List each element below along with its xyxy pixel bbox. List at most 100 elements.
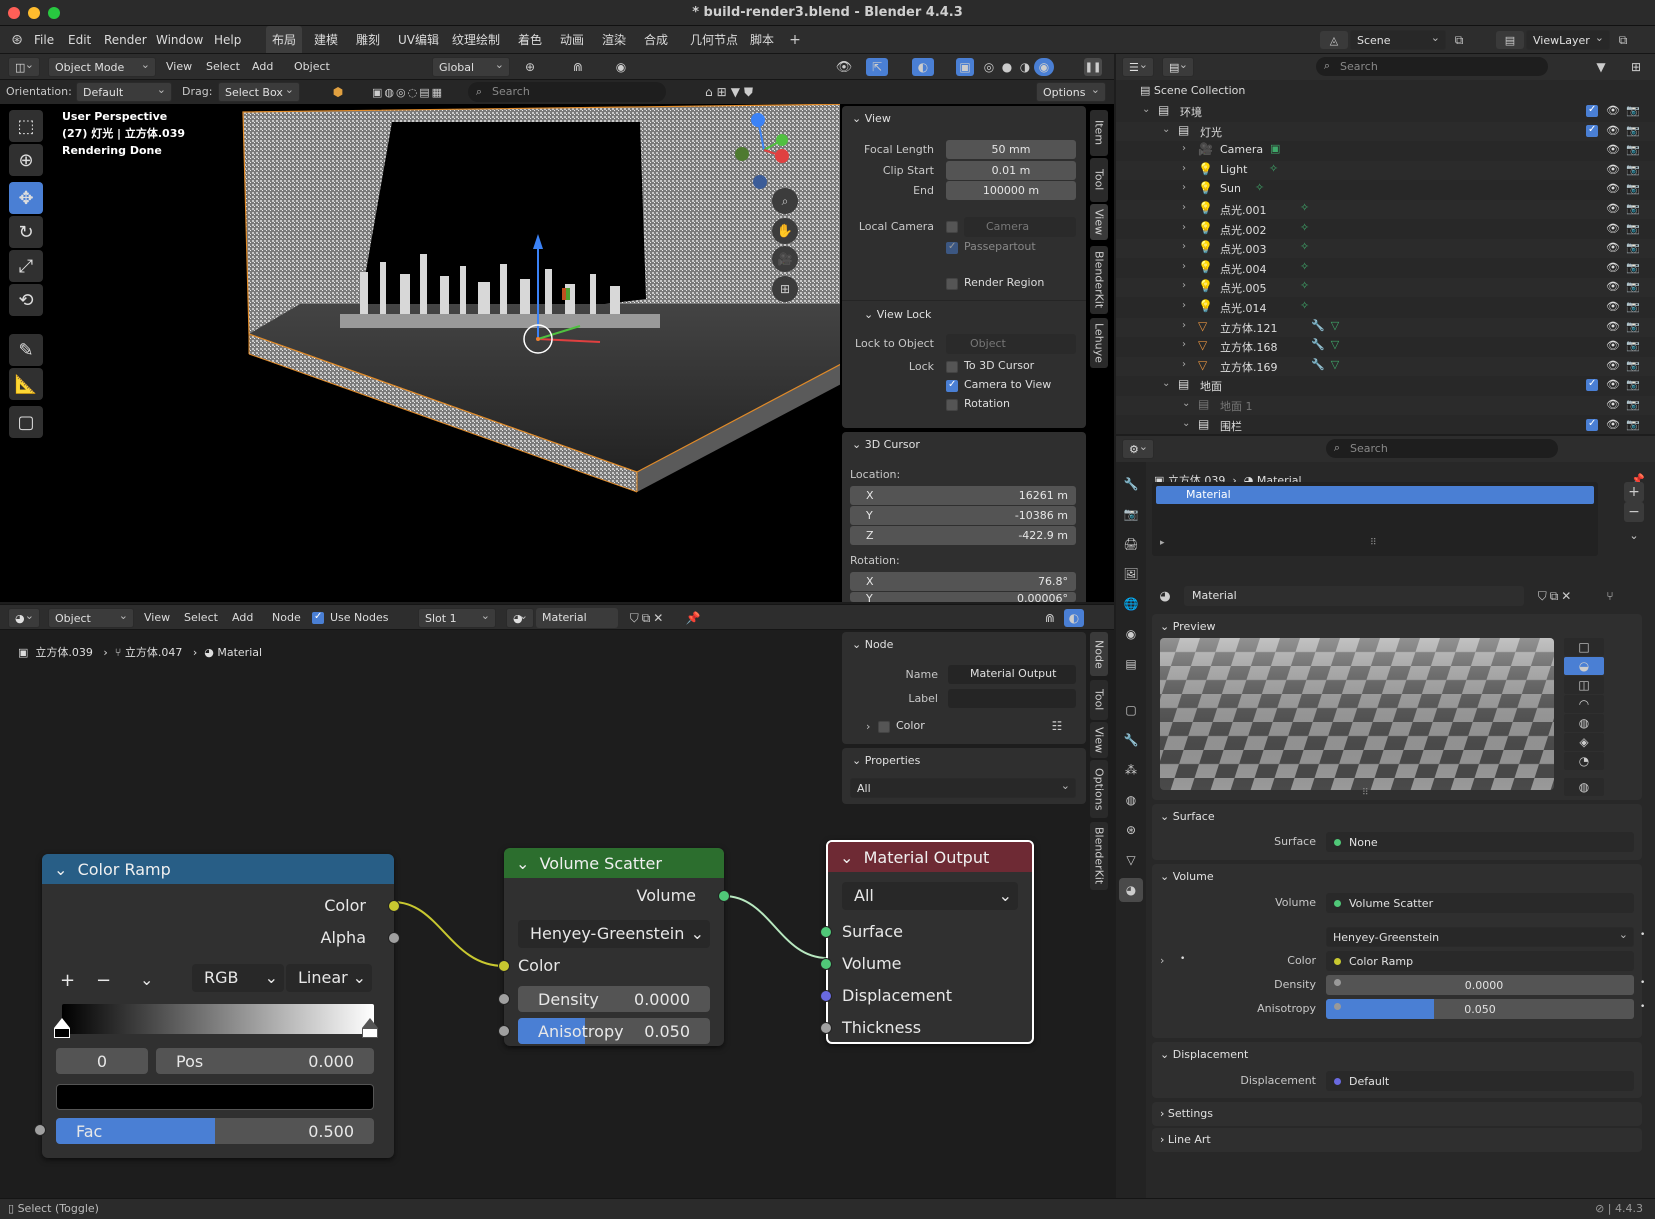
proportional-edit-icon[interactable]: ◉ [612, 58, 630, 76]
transform-tool-icon[interactable]: ⟲ [9, 284, 43, 316]
camera-render-icon[interactable]: 📷 [1626, 163, 1640, 176]
viewport-menu-object[interactable]: Object [294, 54, 330, 79]
annotate-tool-icon[interactable]: ✎ [9, 334, 43, 366]
interpolation-dropdown[interactable]: Linear ⌄ [286, 964, 372, 992]
volume-shader-field[interactable]: Volume Scatter [1326, 893, 1634, 913]
eye-icon[interactable]: 👁 [1606, 320, 1620, 333]
preview-type-4-icon[interactable]: ◍ [1564, 714, 1604, 732]
camera-render-icon[interactable]: 📷 [1626, 143, 1640, 156]
properties-tab-render-icon[interactable]: 📷 [1119, 502, 1143, 526]
workspace-tab-6[interactable]: 动画 [554, 26, 590, 53]
volume-output-socket[interactable] [718, 890, 730, 902]
node-sidebar-tab-tool[interactable]: Tool [1090, 680, 1108, 720]
outliner-row[interactable]: ⌄ ▤ 地面 1 👁 📷 [1116, 396, 1655, 415]
viewlayer-icon[interactable]: ▤ [1496, 31, 1524, 49]
camera-render-icon[interactable]: 📷 [1626, 300, 1640, 313]
sidebar-tab-tool[interactable]: Tool [1090, 158, 1108, 202]
camera-render-icon[interactable]: 📷 [1626, 104, 1640, 117]
ramp-stop-black[interactable] [54, 1018, 70, 1028]
stop-color-swatch[interactable] [56, 1084, 374, 1110]
ramp-stop-white[interactable] [362, 1018, 378, 1028]
focal-length-field[interactable]: 50 mm [946, 140, 1076, 159]
outliner-row[interactable]: › 💡 点光.014 ✧ 👁 📷 [1116, 298, 1655, 317]
pan-hand-icon[interactable]: ✋ [772, 218, 798, 244]
properties-tab-data-icon[interactable]: ▽ [1119, 848, 1143, 872]
filter-icons[interactable]: ⌂⊞▼⛊ [686, 83, 776, 101]
gizmo-toggle-icon[interactable]: ⇱ [866, 58, 888, 76]
shader-type-selector[interactable]: Object [48, 608, 134, 628]
add-slot-icon[interactable]: + [1624, 482, 1644, 502]
clip-start-field[interactable]: 0.01 m [946, 161, 1076, 180]
scene-collection-row[interactable]: ▤ Scene Collection [1140, 84, 1245, 97]
mode-selector[interactable]: Object Mode [48, 57, 156, 77]
visibility-icon[interactable]: 👁 [830, 58, 858, 76]
rendered-shading-icon[interactable]: ◉ [1034, 58, 1054, 76]
eye-icon[interactable]: 👁 [1606, 280, 1620, 293]
passepartout-checkbox[interactable] [946, 241, 958, 254]
viewport-menu-select[interactable]: Select [206, 54, 240, 79]
preview-type-0-icon[interactable]: □ [1564, 638, 1604, 656]
volume-input-socket[interactable] [820, 958, 832, 970]
volume-color-field[interactable]: Color Ramp [1326, 951, 1634, 971]
menu-render[interactable]: Render [104, 26, 147, 53]
line-art-panel[interactable]: › Line Art [1152, 1128, 1642, 1152]
alpha-output-socket[interactable] [388, 932, 400, 944]
pivot-icon[interactable]: ⊕ [516, 58, 544, 76]
orientation-selector[interactable]: Default [76, 82, 172, 102]
properties-tab-collection-icon[interactable]: ▤ [1119, 652, 1143, 676]
camera-render-icon[interactable]: 📷 [1626, 241, 1640, 254]
color-ramp-gradient[interactable] [62, 1004, 374, 1034]
object-color-icon[interactable]: ⬢ [330, 83, 346, 101]
surface-input-socket[interactable] [820, 926, 832, 938]
slot-menu-icon[interactable]: ⌄ [1624, 526, 1644, 544]
node-menu-view[interactable]: View [144, 605, 170, 629]
view-lock-header[interactable]: ⌄ View Lock [864, 308, 931, 321]
node-sidebar-tab-node[interactable]: Node [1090, 632, 1108, 676]
eye-icon[interactable]: 👁 [1606, 124, 1620, 137]
node-sidebar-tab-blenderkit[interactable]: BlenderKit [1090, 822, 1108, 890]
use-nodes-checkbox[interactable] [312, 611, 324, 624]
node-label-field[interactable] [948, 689, 1076, 708]
remove-slot-icon[interactable]: − [1624, 502, 1644, 522]
remove-stop-icon[interactable]: − [96, 970, 111, 991]
slot-selector[interactable]: Slot 1 [418, 608, 496, 628]
properties-tab-view-layer-icon[interactable]: 🖼 [1119, 562, 1143, 586]
eye-icon[interactable]: 👁 [1606, 104, 1620, 117]
collection-checkbox[interactable] [1586, 104, 1598, 117]
pause-render-icon[interactable]: ❚❚ [1084, 58, 1102, 76]
blender-logo-icon[interactable]: ⊛ [8, 32, 26, 48]
rotate-tool-icon[interactable]: ↻ [9, 216, 43, 248]
menu-help[interactable]: Help [214, 26, 241, 53]
preview-type-3-icon[interactable]: ◠ [1564, 695, 1604, 713]
camera-to-view-checkbox[interactable] [946, 379, 958, 392]
solid-shading-icon[interactable]: ● [998, 58, 1016, 76]
rotation-lock-checkbox[interactable] [946, 399, 958, 411]
options-dropdown[interactable]: Options [1036, 82, 1106, 102]
material-actions-icons[interactable]: ⛉⧉✕ [1528, 587, 1584, 605]
outliner-row[interactable]: › 💡 Sun ✧ 👁 📷 [1116, 180, 1655, 199]
outliner-row[interactable]: › 🎥 Camera ▣ 👁 📷 [1116, 141, 1655, 160]
eye-icon[interactable]: 👁 [1606, 418, 1620, 431]
ramp-menu-icon[interactable]: ⌄ [140, 970, 153, 989]
move-tool-icon[interactable]: ✥ [9, 182, 43, 214]
node-color-checkbox[interactable] [878, 721, 890, 733]
workspace-tab-2[interactable]: 雕刻 [350, 26, 386, 53]
collection-checkbox[interactable] [1586, 378, 1598, 392]
viewlayer-selector[interactable]: ViewLayer [1526, 30, 1610, 50]
xray-toggle-icon[interactable]: ▣ [956, 58, 974, 76]
outliner-row[interactable]: › 💡 Light ✧ 👁 📷 [1116, 160, 1655, 180]
color-input-socket[interactable] [498, 960, 510, 972]
cursor-z-field[interactable]: Z -422.9 m [850, 526, 1076, 545]
node-sidebar-tab-view[interactable]: View [1090, 722, 1108, 758]
transform-orientation-selector[interactable]: Global [432, 57, 510, 77]
menu-file[interactable]: File [34, 26, 54, 53]
color-mode-dropdown[interactable]: RGB ⌄ [192, 964, 284, 992]
settings-panel[interactable]: › Settings [1152, 1102, 1642, 1126]
node-overlay-icon[interactable]: ◐ [1064, 609, 1084, 627]
material-output-node-header[interactable]: ⌄ Material Output [828, 842, 1032, 872]
node-menu-node[interactable]: Node [272, 605, 301, 629]
properties-tab-constraints-icon[interactable]: ⊛ [1119, 818, 1143, 842]
wireframe-shading-icon[interactable]: ◎ [980, 58, 998, 76]
camera-render-icon[interactable]: 📷 [1626, 398, 1640, 411]
select-mode-icons[interactable]: ▣◍◎◌▤▦ [356, 83, 460, 101]
